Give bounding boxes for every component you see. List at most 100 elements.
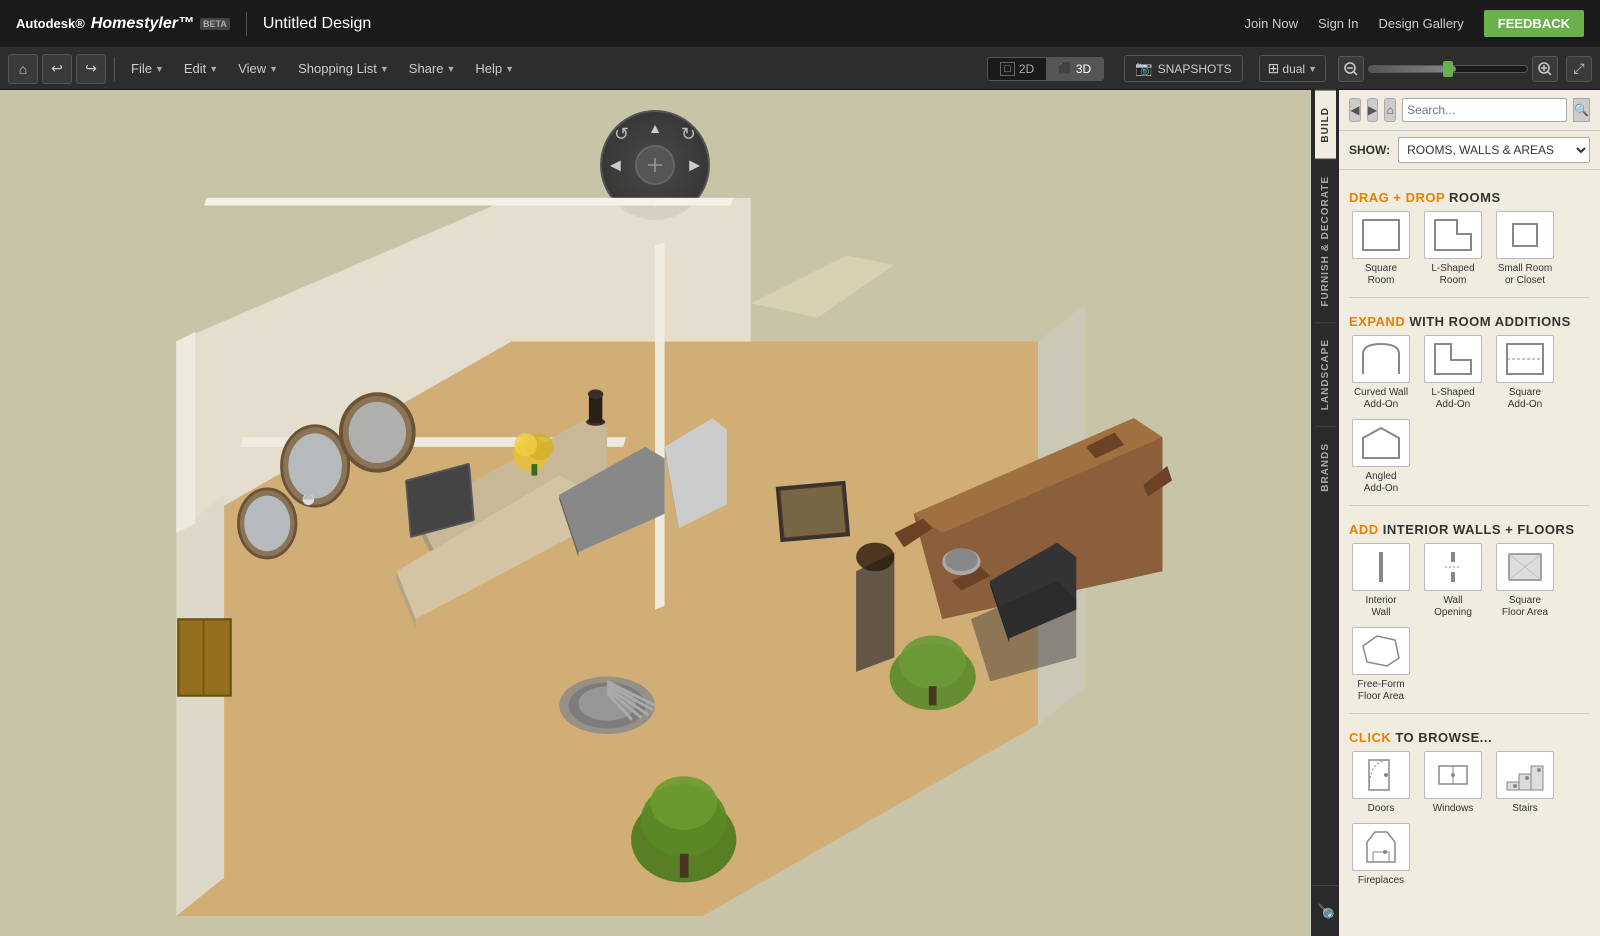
panel-header: ◀ ▶ ⌂ 🔍 bbox=[1339, 90, 1600, 131]
dual-icon: ⊞ bbox=[1268, 60, 1280, 77]
3d-view-area[interactable]: ↺ ↻ ▲ ▼ ◀ ▶ bbox=[0, 90, 1310, 936]
square-room-label: SquareRoom bbox=[1365, 263, 1397, 287]
design-gallery-link[interactable]: Design Gallery bbox=[1379, 16, 1464, 31]
search-tab-icon[interactable]: 🔍 bbox=[1312, 885, 1338, 936]
view-toggle: □ 2D ⬛ 3D bbox=[987, 57, 1104, 81]
2d-icon: □ bbox=[1000, 62, 1015, 76]
3d-label: 3D bbox=[1076, 62, 1091, 76]
browse-items-grid: Doors Windows bbox=[1349, 751, 1590, 887]
pan-up-btn[interactable]: ▲ bbox=[648, 120, 662, 136]
view-menu-btn[interactable]: View ▼ bbox=[230, 54, 286, 84]
stairs-label: Stairs bbox=[1512, 803, 1538, 815]
l-shaped-addon-item[interactable]: L-ShapedAdd-On bbox=[1421, 335, 1485, 411]
snapshots-label: SNAPSHOTS bbox=[1158, 62, 1232, 76]
help-menu-arrow: ▼ bbox=[505, 64, 514, 74]
zoom-thumb[interactable] bbox=[1443, 61, 1453, 77]
panel-main: ◀ ▶ ⌂ 🔍 SHOW: ROOMS, WALLS & AREAS FLOOR… bbox=[1339, 90, 1600, 936]
freeform-floor-item[interactable]: Free-FormFloor Area bbox=[1349, 627, 1413, 703]
panel-forward-btn[interactable]: ▶ bbox=[1367, 98, 1379, 122]
square-floor-item[interactable]: SquareFloor Area bbox=[1493, 543, 1557, 619]
panel-search-btn[interactable]: 🔍 bbox=[1573, 98, 1590, 122]
brands-tab[interactable]: BRANDS bbox=[1315, 426, 1336, 508]
help-menu-btn[interactable]: Help ▼ bbox=[467, 54, 522, 84]
square-addon-label: SquareAdd-On bbox=[1508, 387, 1542, 411]
landscape-tab[interactable]: LANDSCAPE bbox=[1315, 322, 1336, 426]
design-title[interactable]: Untitled Design bbox=[263, 15, 372, 33]
panel-content: DRAG + DROP ROOMS SquareRoom bbox=[1339, 170, 1600, 936]
sign-in-link[interactable]: Sign In bbox=[1318, 16, 1358, 31]
view-3d-btn[interactable]: ⬛ 3D bbox=[1046, 58, 1103, 80]
curved-wall-label: Curved WallAdd-On bbox=[1354, 387, 1408, 411]
l-shaped-room-item[interactable]: L-ShapedRoom bbox=[1421, 211, 1485, 287]
angled-addon-item[interactable]: AngledAdd-On bbox=[1349, 419, 1413, 495]
view-menu-label: View bbox=[238, 61, 266, 76]
app-logo: Autodesk® Homestyler™ BETA bbox=[16, 15, 230, 33]
square-room-item[interactable]: SquareRoom bbox=[1349, 211, 1413, 287]
dual-arrow: ▼ bbox=[1308, 64, 1317, 74]
homestyler-label: Homestyler™ bbox=[91, 15, 194, 33]
view-menu-arrow: ▼ bbox=[269, 64, 278, 74]
windows-item[interactable]: Windows bbox=[1421, 751, 1485, 815]
freeform-floor-label: Free-FormFloor Area bbox=[1357, 679, 1404, 703]
top-right-nav: Join Now Sign In Design Gallery FEEDBACK bbox=[1245, 10, 1584, 37]
file-menu-label: File bbox=[131, 61, 152, 76]
home-icon-btn[interactable]: ⌂ bbox=[8, 54, 38, 84]
zoom-slider[interactable] bbox=[1368, 65, 1528, 73]
interior-wall-item[interactable]: InteriorWall bbox=[1349, 543, 1413, 619]
show-label: SHOW: bbox=[1349, 143, 1390, 157]
rotate-right-btn[interactable]: ↻ bbox=[681, 124, 696, 145]
share-menu-btn[interactable]: Share ▼ bbox=[401, 54, 464, 84]
square-room-icon bbox=[1352, 211, 1410, 259]
view-2d-btn[interactable]: □ 2D bbox=[988, 58, 1046, 80]
show-dropdown[interactable]: ROOMS, WALLS & AREAS FLOOR PLAN ALL bbox=[1398, 137, 1590, 163]
section-divider-2 bbox=[1349, 505, 1590, 506]
interior-section-title: ADD INTERIOR WALLS + FLOORS bbox=[1349, 512, 1590, 543]
file-menu-arrow: ▼ bbox=[155, 64, 164, 74]
drag-drop-rooms-grid: SquareRoom L-ShapedRoom bbox=[1349, 211, 1590, 287]
3d-icon: ⬛ bbox=[1058, 62, 1072, 75]
redo-btn[interactable]: ↪ bbox=[76, 54, 106, 84]
beta-badge: BETA bbox=[200, 18, 230, 30]
panel-home-btn[interactable]: ⌂ bbox=[1384, 98, 1396, 122]
feedback-button[interactable]: FEEDBACK bbox=[1484, 10, 1584, 37]
fireplaces-label: Fireplaces bbox=[1358, 875, 1404, 887]
fireplaces-icon bbox=[1352, 823, 1410, 871]
wall-opening-item[interactable]: WallOpening bbox=[1421, 543, 1485, 619]
shopping-list-menu-btn[interactable]: Shopping List ▼ bbox=[290, 54, 397, 84]
drag-drop-section-title: DRAG + DROP ROOMS bbox=[1349, 180, 1590, 211]
fullscreen-btn[interactable]: ⤢ bbox=[1566, 56, 1592, 82]
angled-addon-label: AngledAdd-On bbox=[1364, 471, 1398, 495]
zoom-in-btn[interactable] bbox=[1532, 56, 1558, 82]
zoom-bar: ⤢ bbox=[1338, 56, 1592, 82]
dual-label: dual bbox=[1282, 62, 1305, 76]
toolbar-divider-1 bbox=[114, 57, 115, 81]
file-menu-btn[interactable]: File ▼ bbox=[123, 54, 172, 84]
join-now-link[interactable]: Join Now bbox=[1245, 16, 1298, 31]
top-bar: Autodesk® Homestyler™ BETA Untitled Desi… bbox=[0, 0, 1600, 48]
interior-suffix: INTERIOR WALLS + FLOORS bbox=[1383, 522, 1575, 537]
zoom-out-btn[interactable] bbox=[1338, 56, 1364, 82]
doors-item[interactable]: Doors bbox=[1349, 751, 1413, 815]
edit-menu-label: Edit bbox=[184, 61, 206, 76]
stairs-item[interactable]: Stairs bbox=[1493, 751, 1557, 815]
panel-search-input[interactable] bbox=[1402, 98, 1567, 122]
edit-menu-arrow: ▼ bbox=[209, 64, 218, 74]
snapshots-btn[interactable]: 📷 SNAPSHOTS bbox=[1124, 55, 1242, 82]
small-room-item[interactable]: Small Roomor Closet bbox=[1493, 211, 1557, 287]
fireplaces-item[interactable]: Fireplaces bbox=[1349, 823, 1413, 887]
dual-btn[interactable]: ⊞ dual ▼ bbox=[1259, 55, 1326, 82]
furnish-tab[interactable]: FURNISH & DECORATE bbox=[1315, 159, 1336, 323]
edit-menu-btn[interactable]: Edit ▼ bbox=[176, 54, 226, 84]
interior-items-grid: InteriorWall WallOpening bbox=[1349, 543, 1590, 703]
build-tab[interactable]: BUILD bbox=[1315, 90, 1336, 159]
wall-opening-label: WallOpening bbox=[1434, 595, 1472, 619]
undo-btn[interactable]: ↩ bbox=[42, 54, 72, 84]
square-addon-item[interactable]: SquareAdd-On bbox=[1493, 335, 1557, 411]
header-divider bbox=[246, 12, 247, 36]
shopping-menu-arrow: ▼ bbox=[380, 64, 389, 74]
rotate-left-btn[interactable]: ↺ bbox=[614, 124, 629, 145]
curved-wall-item[interactable]: Curved WallAdd-On bbox=[1349, 335, 1413, 411]
panel-back-btn[interactable]: ◀ bbox=[1349, 98, 1361, 122]
doors-label: Doors bbox=[1368, 803, 1395, 815]
interior-wall-icon bbox=[1352, 543, 1410, 591]
